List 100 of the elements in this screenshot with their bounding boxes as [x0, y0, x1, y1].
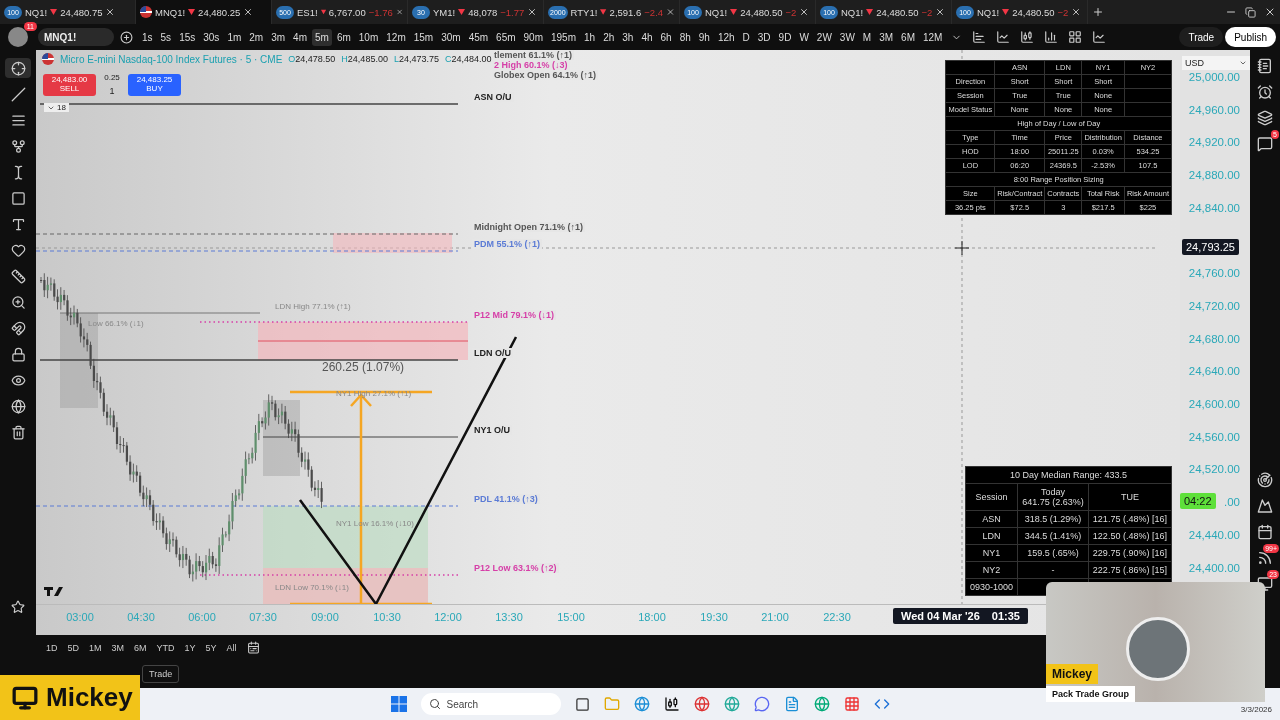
- down-triangle-icon: [730, 9, 738, 15]
- layers-icon[interactable]: [1257, 110, 1273, 126]
- notepad-icon[interactable]: [783, 696, 800, 712]
- trade-button[interactable]: Trade: [142, 665, 180, 683]
- interval-option[interactable]: 2h: [600, 28, 618, 46]
- buy-button[interactable]: 24,483.25 BUY: [128, 73, 181, 96]
- interval-option[interactable]: 3D: [754, 28, 774, 46]
- feed-icon[interactable]: [1257, 550, 1273, 566]
- chat-app-icon[interactable]: [753, 696, 770, 712]
- interval-option[interactable]: 5s: [157, 28, 175, 46]
- symbol-search-field[interactable]: MNQ1!: [38, 28, 114, 46]
- interval-option[interactable]: 6M: [898, 28, 918, 46]
- code-editor-icon[interactable]: [873, 696, 890, 712]
- interval-option[interactable]: 2m: [246, 28, 267, 46]
- task-view-icon[interactable]: [574, 696, 590, 712]
- range-option[interactable]: 1D: [46, 642, 58, 653]
- interval-option[interactable]: 9D: [775, 28, 795, 46]
- streamer-name: Mickey: [46, 682, 133, 713]
- chat-icon[interactable]: [1257, 136, 1273, 152]
- interval-option[interactable]: 6h: [657, 28, 675, 46]
- date-range-icon[interactable]: [246, 641, 260, 654]
- range-option[interactable]: YTD: [156, 642, 175, 653]
- browser-icon[interactable]: [693, 696, 710, 712]
- sell-button[interactable]: 24,483.00 SELL: [43, 73, 96, 96]
- interval-option[interactable]: 1s: [139, 28, 156, 46]
- candlestick-icon[interactable]: [1020, 30, 1035, 44]
- add-symbol-icon[interactable]: [120, 30, 133, 44]
- indicator-icon[interactable]: [1092, 30, 1107, 44]
- interval-option[interactable]: 3M: [876, 28, 897, 46]
- interval-option[interactable]: 3m: [268, 28, 289, 46]
- symbol-tab[interactable]: MNQ1! 24,480.25: [136, 0, 272, 24]
- tab-price: 24,480.50: [876, 6, 919, 18]
- range-option[interactable]: 1M: [89, 642, 102, 653]
- add-tab-icon[interactable]: [1092, 6, 1104, 18]
- avatar[interactable]: [8, 27, 28, 47]
- range-option[interactable]: 1Y: [184, 642, 196, 653]
- close-icon[interactable]: [527, 7, 538, 17]
- restore-icon[interactable]: [1245, 6, 1256, 18]
- range-option[interactable]: 3M: [111, 642, 125, 653]
- radar-icon[interactable]: [1257, 472, 1273, 488]
- interval-option[interactable]: 10m: [355, 28, 382, 46]
- windows-logo-icon[interactable]: [390, 696, 407, 712]
- range-option[interactable]: 6M: [134, 642, 147, 653]
- interval-option[interactable]: 1m: [224, 28, 245, 46]
- calendar-icon[interactable]: [1257, 524, 1273, 540]
- interval-option[interactable]: 195m: [548, 28, 579, 46]
- taskbar-search-field[interactable]: Search: [420, 693, 561, 715]
- chevron-down-icon: [1239, 59, 1247, 67]
- range-option[interactable]: 5Y: [205, 642, 217, 653]
- browser-icon[interactable]: [723, 696, 740, 712]
- column-header: Today 641.75 (2.63%): [1017, 483, 1089, 511]
- line-chart-icon[interactable]: [996, 30, 1011, 44]
- close-icon[interactable]: [935, 7, 946, 17]
- close-icon[interactable]: [105, 7, 116, 17]
- interval-option[interactable]: 12m: [383, 28, 409, 46]
- interval-option[interactable]: 8h: [676, 28, 694, 46]
- star-icon[interactable]: [11, 600, 25, 614]
- collapse-toggle[interactable]: 18: [44, 103, 69, 112]
- mountain-icon[interactable]: [1257, 498, 1273, 514]
- range-option[interactable]: 5D: [67, 642, 80, 653]
- interval-option[interactable]: 1h: [581, 28, 599, 46]
- bar-chart-icon[interactable]: [972, 30, 987, 44]
- interval-option[interactable]: D: [739, 28, 753, 46]
- interval-option[interactable]: 15m: [410, 28, 437, 46]
- app-icon[interactable]: [843, 696, 860, 712]
- alarm-clock-icon[interactable]: [1257, 84, 1273, 100]
- range-option[interactable]: All: [226, 642, 237, 653]
- browser-icon[interactable]: [813, 696, 830, 712]
- interval-option[interactable]: M: [859, 28, 875, 46]
- interval-option[interactable]: W: [796, 28, 812, 46]
- interval-option[interactable]: 30m: [438, 28, 464, 46]
- column-chart-icon[interactable]: [1044, 30, 1059, 44]
- interval-option[interactable]: 12M: [920, 28, 946, 46]
- interval-option[interactable]: 4m: [290, 28, 310, 46]
- interval-option[interactable]: 3h: [619, 28, 637, 46]
- trade-button[interactable]: Trade: [1179, 27, 1224, 47]
- close-icon[interactable]: [243, 7, 254, 17]
- close-icon[interactable]: [1071, 7, 1082, 17]
- currency-dropdown[interactable]: USD: [1182, 56, 1250, 70]
- crosshair-price-tag: 24,793.25: [1182, 239, 1239, 255]
- interval-option[interactable]: 6m: [333, 28, 354, 46]
- grid-icon[interactable]: [1068, 30, 1083, 44]
- close-icon[interactable]: [799, 7, 810, 17]
- interval-option[interactable]: 90m: [520, 28, 546, 46]
- watchlist-icon[interactable]: [1257, 58, 1273, 74]
- interval-option[interactable]: 5m: [312, 28, 332, 46]
- interval-option[interactable]: 45m: [465, 28, 492, 46]
- close-icon[interactable]: [1264, 6, 1276, 18]
- interval-option[interactable]: 9h: [695, 28, 713, 46]
- publish-button[interactable]: Publish: [1225, 27, 1276, 47]
- interval-option[interactable]: 4h: [638, 28, 656, 46]
- chart-app-icon[interactable]: [663, 696, 680, 712]
- browser-icon[interactable]: [633, 696, 650, 712]
- interval-option[interactable]: 30s: [200, 28, 223, 46]
- interval-option[interactable]: 15s: [176, 28, 199, 46]
- interval-option[interactable]: 3W: [836, 28, 858, 46]
- interval-option[interactable]: 65m: [493, 28, 519, 46]
- interval-option[interactable]: 2W: [813, 28, 835, 46]
- interval-option[interactable]: 12h: [714, 28, 738, 46]
- crosshair-icon[interactable]: [5, 58, 31, 78]
